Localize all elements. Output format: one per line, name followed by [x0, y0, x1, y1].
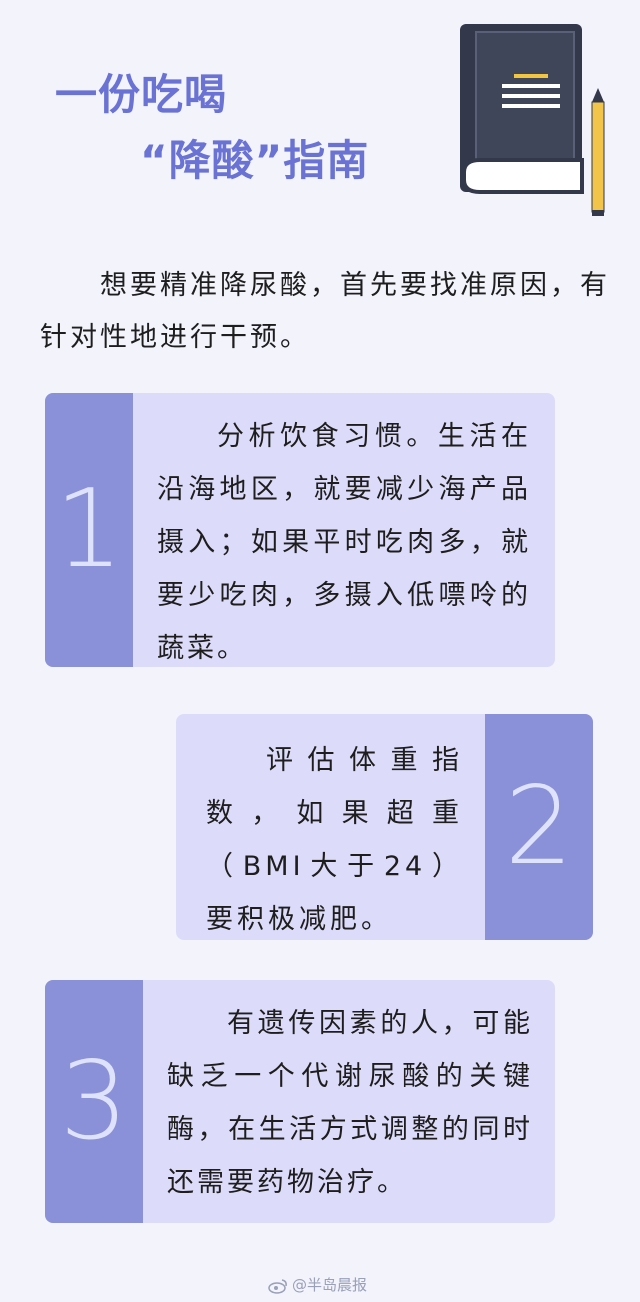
- tip-number-3: 3: [45, 980, 143, 1223]
- book-icon: [460, 24, 605, 216]
- tip-card-2: 评估体重指数，如果超重（BMI大于24）要积极减肥。 2: [176, 714, 593, 940]
- pencil-icon: [591, 88, 605, 216]
- intro-paragraph: 想要精准降尿酸，首先要找准原因，有针对性地进行干预。: [40, 270, 610, 353]
- tip-text-2: 评估体重指数，如果超重（BMI大于24）要积极减肥。: [206, 745, 463, 935]
- tip-text-1: 分析饮食习惯。生活在沿海地区，就要减少海产品摄入；如果平时吃肉多，就要少吃肉，多…: [157, 421, 531, 664]
- title-line-2: “降酸”指南: [140, 136, 370, 185]
- weibo-icon: [268, 1278, 287, 1294]
- tip-number-1: 1: [45, 393, 133, 667]
- title-line-1: 一份吃喝: [55, 70, 228, 119]
- tip-number-2: 2: [485, 714, 593, 940]
- tip-card-3: 3 有遗传因素的人，可能缺乏一个代谢尿酸的关键酶，在生活方式调整的同时还需要药物…: [45, 980, 555, 1223]
- tip-text-3: 有遗传因素的人，可能缺乏一个代谢尿酸的关键酶，在生活方式调整的同时还需要药物治疗…: [167, 1008, 533, 1198]
- watermark-text: @半岛晨报: [292, 1276, 368, 1294]
- tip-card-1: 1 分析饮食习惯。生活在沿海地区，就要减少海产品摄入；如果平时吃肉多，就要少吃肉…: [45, 393, 555, 667]
- watermark: @半岛晨报: [268, 1274, 367, 1295]
